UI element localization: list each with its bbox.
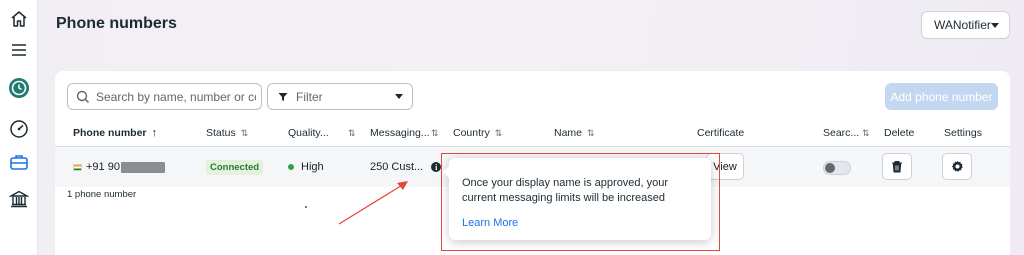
filter-icon [278, 92, 288, 101]
annotation-highlight-box [441, 153, 720, 251]
column-header-label: Status [206, 127, 236, 139]
trash-icon [892, 161, 902, 173]
column-header-messaging[interactable]: Messaging... [370, 127, 430, 139]
column-header-label: Quality... [288, 127, 329, 139]
page-title: Phone numbers [56, 15, 177, 32]
filter-label: Filter [296, 89, 323, 104]
dashboard-gauge-icon[interactable] [7, 117, 31, 141]
column-header-delete: Delete [884, 127, 914, 139]
column-header-label: Settings [944, 127, 982, 139]
messaging-limit-value: 250 Cust... [370, 161, 424, 173]
column-header-phone-number[interactable]: Phone number ↑ [73, 127, 157, 139]
menu-icon[interactable] [7, 38, 31, 62]
gear-icon [951, 160, 963, 172]
column-header-quality[interactable]: Quality... [288, 127, 329, 139]
quality-value: High [301, 161, 324, 173]
delete-button[interactable] [882, 153, 912, 180]
sort-icon[interactable]: ⇅ [348, 128, 355, 139]
filter-dropdown[interactable]: Filter [267, 83, 413, 110]
column-header-country[interactable]: Country ⇅ [453, 127, 502, 139]
briefcase-icon[interactable] [7, 150, 31, 174]
column-header-label: Name [554, 127, 583, 139]
whatsapp-manager-icon[interactable] [7, 76, 31, 100]
column-header-label: Phone number [73, 127, 147, 139]
sort-icon[interactable]: ⇅ [431, 128, 438, 139]
row-count: 1 phone number [67, 189, 137, 200]
phone-number-value: +91 90 [86, 161, 120, 173]
toggle-knob [825, 163, 835, 173]
column-header-name[interactable]: Name ⇅ [554, 127, 594, 139]
column-header-status[interactable]: Status ⇅ [206, 127, 248, 139]
sort-icon: ⇅ [240, 127, 248, 138]
sort-icon: ⇅ [587, 127, 594, 138]
info-icon[interactable]: i [431, 162, 442, 172]
column-header-label: Searc... [823, 127, 860, 139]
messaging-limit-cell: 250 Cust... i [370, 147, 442, 187]
quality-indicator-dot [288, 164, 294, 170]
account-select[interactable]: WANotifier [921, 11, 1010, 39]
search-icon [76, 90, 90, 103]
status-cell: Connected [206, 147, 264, 187]
left-nav-rail [0, 0, 38, 255]
phone-cell: +91 90 [73, 147, 165, 187]
india-flag-icon [73, 163, 82, 171]
column-header-label: Delete [884, 127, 915, 139]
column-header-label: Certificate [697, 127, 745, 139]
sort-ascending-icon: ↑ [151, 127, 157, 139]
home-icon[interactable] [7, 7, 31, 31]
search-visibility-toggle[interactable] [823, 161, 851, 175]
account-select-value: WANotifier [934, 18, 991, 32]
add-phone-number-button[interactable]: Add phone number [885, 83, 998, 110]
search-input[interactable] [96, 89, 256, 104]
settings-button[interactable] [942, 153, 972, 180]
sort-icon: ⇅ [494, 127, 502, 138]
column-header-search[interactable]: Searc... [823, 127, 859, 139]
quality-cell: High [288, 147, 324, 187]
column-header-label: Messaging... [370, 127, 430, 139]
stray-mark [305, 206, 307, 208]
column-header-certificate: Certificate [697, 127, 744, 139]
status-badge: Connected [206, 159, 264, 175]
search-box[interactable] [67, 83, 262, 110]
redacted-digits [120, 161, 165, 173]
bank-icon[interactable] [7, 187, 31, 211]
chevron-down-icon [991, 23, 999, 28]
chevron-down-icon [395, 94, 403, 99]
column-header-label: Country [453, 127, 490, 139]
sort-icon[interactable]: ⇅ [862, 128, 869, 139]
column-header-settings: Settings [944, 127, 982, 139]
